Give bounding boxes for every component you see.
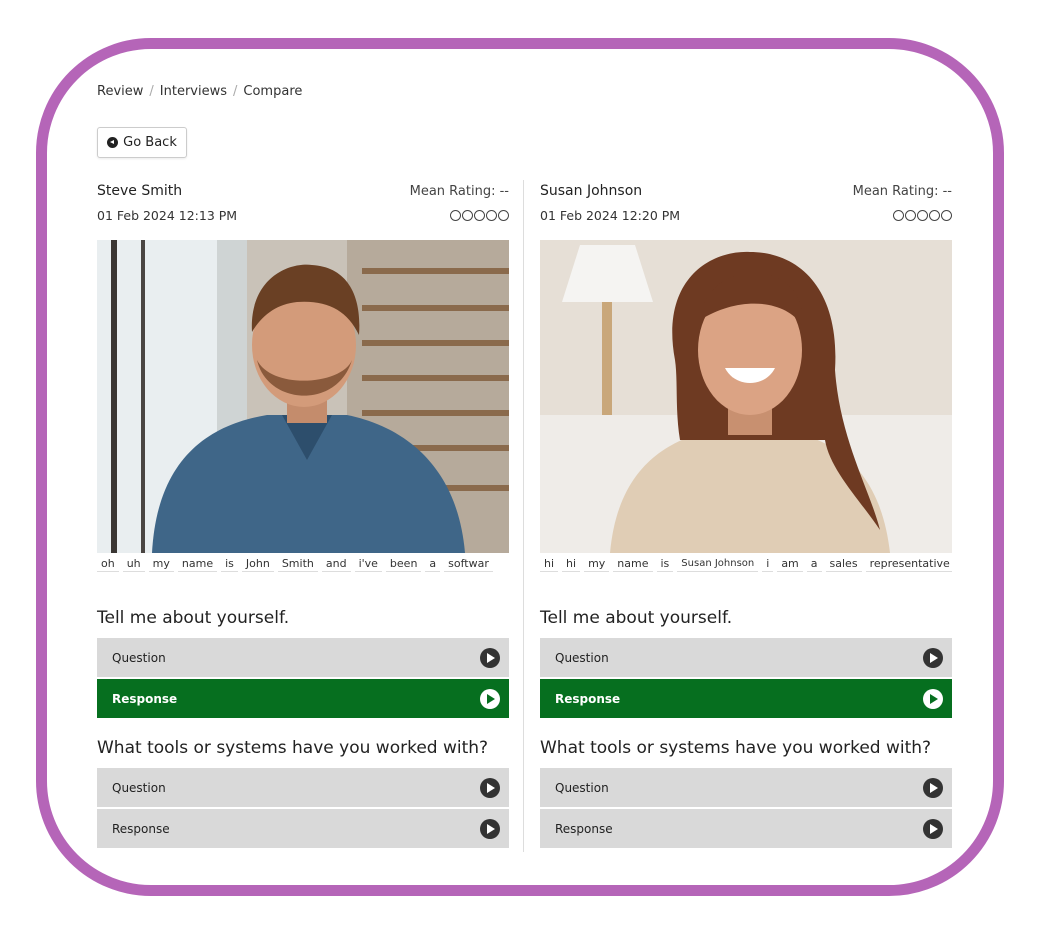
question-bar-label: Question xyxy=(112,650,166,665)
play-icon[interactable] xyxy=(923,818,943,839)
interview-datetime: 01 Feb 2024 12:13 PM xyxy=(97,207,238,223)
transcript-word[interactable]: name xyxy=(613,554,653,572)
transcript-strip: hi hi my name is Susan Johnson i am a sa… xyxy=(540,554,952,572)
response-bar-label: Response xyxy=(555,821,613,836)
video-frame-man xyxy=(97,240,509,553)
question-title: Tell me about yourself. xyxy=(97,608,290,628)
transcript-word[interactable]: softwar xyxy=(444,554,493,572)
candidate-name: Steve Smith xyxy=(97,183,183,199)
play-icon[interactable] xyxy=(923,647,943,668)
transcript-word[interactable]: a xyxy=(806,554,822,572)
rating-star[interactable] xyxy=(486,209,497,221)
transcript-word[interactable]: am xyxy=(777,554,803,572)
mean-rating: Mean Rating: -- xyxy=(409,183,509,199)
response-bar-label: Response xyxy=(112,821,170,836)
breadcrumb-review[interactable]: Review xyxy=(97,84,143,99)
video-player[interactable] xyxy=(97,240,509,553)
question-bar-label: Question xyxy=(112,780,166,795)
play-icon[interactable] xyxy=(923,777,943,798)
transcript-word[interactable]: Susan Johnson xyxy=(677,554,759,572)
transcript-word[interactable]: my xyxy=(584,554,610,572)
transcript-word[interactable]: oh xyxy=(97,554,119,572)
question-bar-label: Question xyxy=(555,780,609,795)
question-title: Tell me about yourself. xyxy=(540,608,733,628)
rating-star[interactable] xyxy=(929,209,940,221)
video-frame-woman xyxy=(540,240,952,553)
breadcrumb: Review / Interviews / Compare xyxy=(97,84,302,99)
go-back-button[interactable]: Go Back xyxy=(97,127,187,158)
transcript-word[interactable]: been xyxy=(385,554,422,572)
transcript-word[interactable]: i've xyxy=(354,554,382,572)
response-bar-label: Response xyxy=(112,691,178,706)
arrow-circle-left-icon xyxy=(107,137,119,148)
question-bar[interactable]: Question xyxy=(97,768,509,807)
video-player[interactable] xyxy=(540,240,952,553)
question-title: What tools or systems have you worked wi… xyxy=(540,738,932,758)
breadcrumb-separator: / xyxy=(233,84,238,99)
mean-rating: Mean Rating: -- xyxy=(852,183,952,199)
question-bar[interactable]: Question xyxy=(540,638,952,677)
play-icon[interactable] xyxy=(480,818,500,839)
candidate-panel-susan: Susan Johnson Mean Rating: -- 01 Feb 202… xyxy=(540,180,952,850)
transcript-word[interactable]: and xyxy=(321,554,351,572)
breadcrumb-interviews[interactable]: Interviews xyxy=(160,84,227,99)
breadcrumb-separator: / xyxy=(149,84,154,99)
transcript-word[interactable]: my xyxy=(148,554,174,572)
rating-star[interactable] xyxy=(498,209,509,221)
rating-input xyxy=(450,209,509,221)
rating-star[interactable] xyxy=(474,209,485,221)
transcript-word[interactable]: is xyxy=(656,554,674,572)
rating-input xyxy=(893,209,952,221)
transcript-strip: oh uh my name is John Smith and i've bee… xyxy=(97,554,509,572)
transcript-word[interactable]: i xyxy=(762,554,774,572)
transcript-word[interactable]: John xyxy=(241,554,274,572)
transcript-word[interactable]: hi xyxy=(562,554,581,572)
question-bar[interactable]: Question xyxy=(540,768,952,807)
response-bar[interactable]: Response xyxy=(540,809,952,848)
response-bar-label: Response xyxy=(555,691,621,706)
rating-star[interactable] xyxy=(893,209,904,221)
rating-star[interactable] xyxy=(905,209,916,221)
play-icon[interactable] xyxy=(480,777,500,798)
rating-star[interactable] xyxy=(917,209,928,221)
rating-star[interactable] xyxy=(462,209,473,221)
transcript-word[interactable]: is xyxy=(221,554,238,572)
play-icon[interactable] xyxy=(480,647,500,668)
play-icon[interactable] xyxy=(480,688,500,709)
response-bar[interactable]: Response xyxy=(97,809,509,848)
candidate-name: Susan Johnson xyxy=(540,183,643,199)
question-bar-label: Question xyxy=(555,650,609,665)
play-icon[interactable] xyxy=(923,688,943,709)
question-title: What tools or systems have you worked wi… xyxy=(97,738,489,758)
response-bar-active[interactable]: Response xyxy=(97,679,509,718)
candidate-panel-steve: Steve Smith Mean Rating: -- 01 Feb 2024 … xyxy=(97,180,509,850)
interview-datetime: 01 Feb 2024 12:20 PM xyxy=(540,207,681,223)
transcript-word[interactable]: a xyxy=(425,554,441,572)
transcript-word[interactable]: representative xyxy=(865,554,952,572)
rating-star[interactable] xyxy=(450,209,461,221)
transcript-word[interactable]: uh xyxy=(122,554,145,572)
breadcrumb-compare: Compare xyxy=(243,84,303,99)
rating-star[interactable] xyxy=(941,209,952,221)
transcript-word[interactable]: hi xyxy=(540,554,559,572)
column-divider xyxy=(523,180,524,852)
go-back-label: Go Back xyxy=(123,135,177,150)
question-bar[interactable]: Question xyxy=(97,638,509,677)
response-bar-active[interactable]: Response xyxy=(540,679,952,718)
transcript-word[interactable]: Smith xyxy=(277,554,318,572)
transcript-word[interactable]: sales xyxy=(825,554,862,572)
transcript-word[interactable]: name xyxy=(177,554,218,572)
